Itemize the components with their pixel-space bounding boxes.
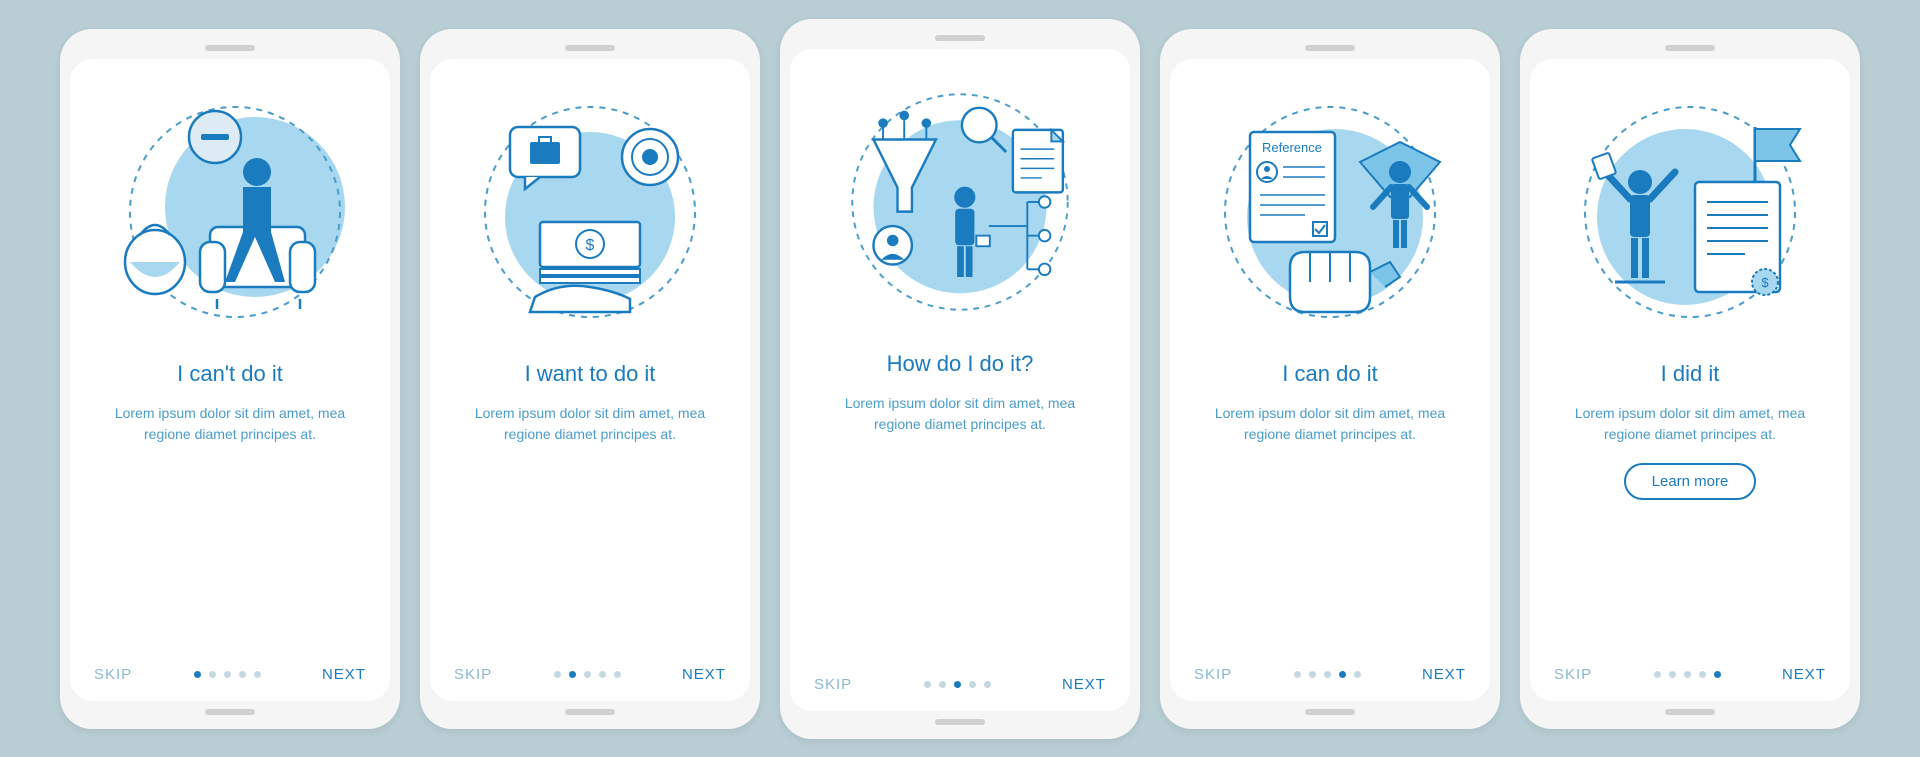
dot[interactable]: [194, 671, 201, 678]
screen-title: I can't do it: [177, 361, 283, 387]
learn-more-button[interactable]: Learn more: [1624, 463, 1757, 500]
dot[interactable]: [1699, 671, 1706, 678]
phone-speaker: [935, 35, 985, 41]
dot[interactable]: [1684, 671, 1691, 678]
dot[interactable]: [254, 671, 261, 678]
onboarding-screen-1: I can't do it Lorem ipsum dolor sit dim …: [60, 29, 400, 729]
dot[interactable]: [954, 681, 961, 688]
next-button[interactable]: NEXT: [682, 666, 726, 683]
home-indicator: [205, 709, 255, 715]
skip-button[interactable]: SKIP: [94, 666, 132, 683]
page-indicator: [924, 681, 991, 688]
phone-speaker: [1665, 45, 1715, 51]
dot[interactable]: [984, 681, 991, 688]
skip-button[interactable]: SKIP: [814, 676, 852, 693]
dot[interactable]: [584, 671, 591, 678]
dot[interactable]: [1669, 671, 1676, 678]
onboarding-screen-2: $ I want to do it Lorem ipsum dolor sit …: [420, 29, 760, 729]
screen-description: Lorem ipsum dolor sit dim amet, mea regi…: [100, 403, 360, 445]
dot[interactable]: [969, 681, 976, 688]
screen-title: I want to do it: [525, 361, 656, 387]
screen-title: I can do it: [1282, 361, 1377, 387]
dot[interactable]: [239, 671, 246, 678]
page-indicator: [1294, 671, 1361, 678]
skip-button[interactable]: SKIP: [454, 666, 492, 683]
svg-text:$: $: [1761, 275, 1769, 290]
dot[interactable]: [1324, 671, 1331, 678]
navigation-bar: SKIP NEXT: [1194, 646, 1466, 683]
dot[interactable]: [554, 671, 561, 678]
screen-content: $ I want to do it Lorem ipsum dolor sit …: [430, 59, 750, 701]
dot[interactable]: [1339, 671, 1346, 678]
screen-content: $ I did it Lorem ipsum dolor sit dim ame…: [1530, 59, 1850, 701]
dot[interactable]: [1714, 671, 1721, 678]
phone-speaker: [565, 45, 615, 51]
want-to-do-it-illustration: $: [465, 87, 715, 337]
onboarding-screen-4: Reference: [1160, 29, 1500, 729]
dot[interactable]: [924, 681, 931, 688]
home-indicator: [1305, 709, 1355, 715]
dot[interactable]: [1309, 671, 1316, 678]
skip-button[interactable]: SKIP: [1194, 666, 1232, 683]
page-indicator: [554, 671, 621, 678]
next-button[interactable]: NEXT: [1062, 676, 1106, 693]
dot[interactable]: [1294, 671, 1301, 678]
dot[interactable]: [614, 671, 621, 678]
screen-title: How do I do it?: [887, 351, 1034, 377]
screen-description: Lorem ipsum dolor sit dim amet, mea regi…: [1200, 403, 1460, 445]
onboarding-screen-3: How do I do it? Lorem ipsum dolor sit di…: [780, 19, 1140, 739]
screen-content: I can't do it Lorem ipsum dolor sit dim …: [70, 59, 390, 701]
dot[interactable]: [1654, 671, 1661, 678]
phone-speaker: [1305, 45, 1355, 51]
dot[interactable]: [939, 681, 946, 688]
navigation-bar: SKIP NEXT: [454, 646, 726, 683]
reference-label: Reference: [1262, 140, 1322, 155]
screen-content: Reference: [1170, 59, 1490, 701]
navigation-bar: SKIP NEXT: [94, 646, 366, 683]
screen-description: Lorem ipsum dolor sit dim amet, mea regi…: [830, 393, 1090, 435]
screen-title: I did it: [1661, 361, 1720, 387]
how-do-i-do-it-illustration: [835, 77, 1085, 327]
screen-description: Lorem ipsum dolor sit dim amet, mea regi…: [460, 403, 720, 445]
page-indicator: [1654, 671, 1721, 678]
onboarding-screen-5: $ I did it Lorem ipsum dolor sit dim ame…: [1520, 29, 1860, 729]
dot[interactable]: [1354, 671, 1361, 678]
dot[interactable]: [209, 671, 216, 678]
home-indicator: [565, 709, 615, 715]
dot[interactable]: [569, 671, 576, 678]
next-button[interactable]: NEXT: [1782, 666, 1826, 683]
navigation-bar: SKIP NEXT: [1554, 646, 1826, 683]
did-it-illustration: $: [1565, 87, 1815, 337]
navigation-bar: SKIP NEXT: [814, 656, 1106, 693]
page-indicator: [194, 671, 261, 678]
home-indicator: [935, 719, 985, 725]
next-button[interactable]: NEXT: [322, 666, 366, 683]
dot[interactable]: [224, 671, 231, 678]
cannot-do-it-illustration: [105, 87, 355, 337]
next-button[interactable]: NEXT: [1422, 666, 1466, 683]
dot[interactable]: [599, 671, 606, 678]
home-indicator: [1665, 709, 1715, 715]
phone-speaker: [205, 45, 255, 51]
screen-description: Lorem ipsum dolor sit dim amet, mea regi…: [1560, 403, 1820, 445]
screen-content: How do I do it? Lorem ipsum dolor sit di…: [790, 49, 1130, 711]
skip-button[interactable]: SKIP: [1554, 666, 1592, 683]
can-do-it-illustration: Reference: [1205, 87, 1455, 337]
svg-text:$: $: [586, 237, 595, 254]
